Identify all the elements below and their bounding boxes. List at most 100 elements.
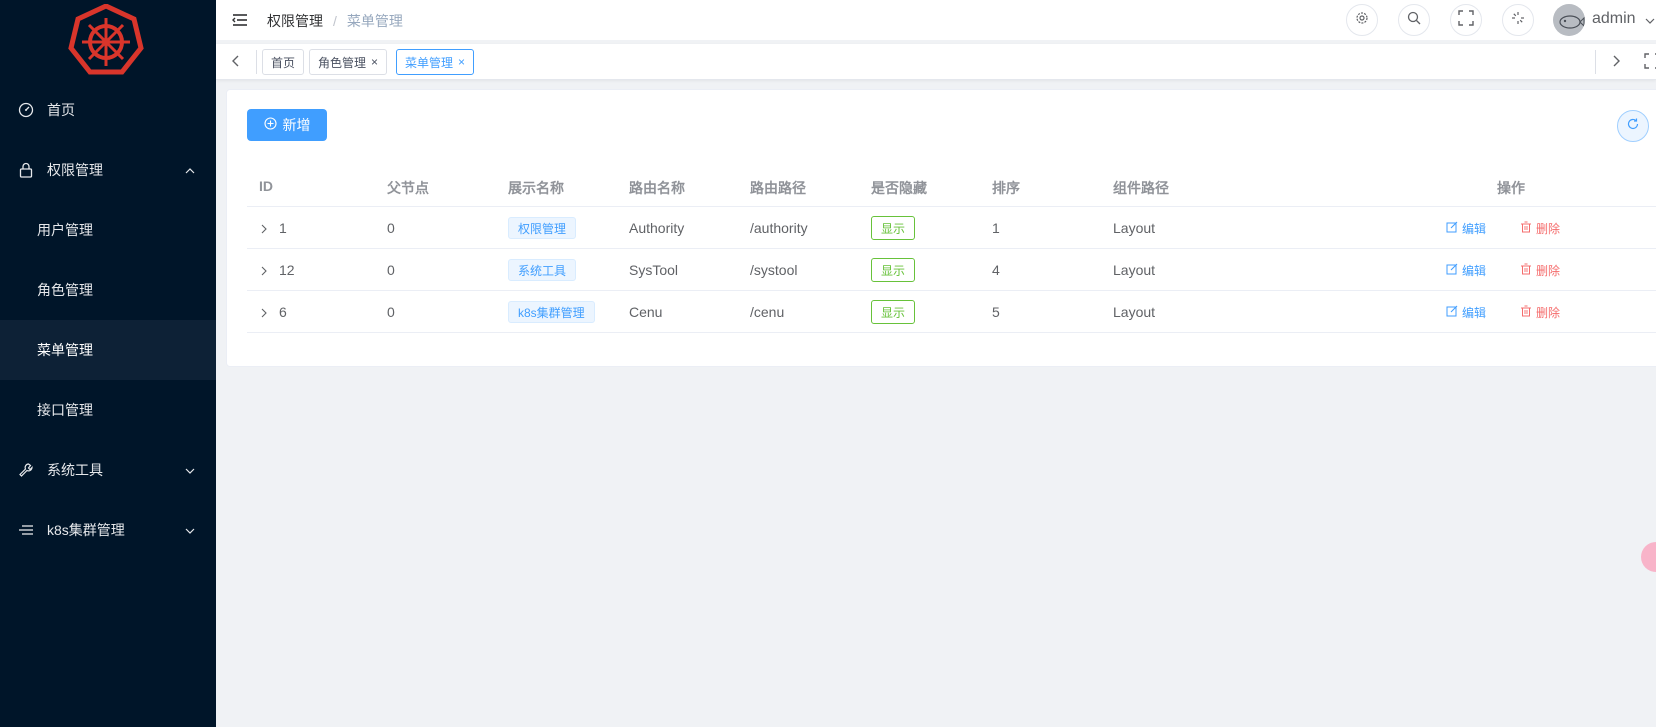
edit-button[interactable]: 编辑: [1446, 220, 1486, 237]
loading-icon: [1511, 11, 1525, 30]
sidebar-item-label: k8s集群管理: [47, 522, 125, 538]
breadcrumb-item[interactable]: 权限管理: [267, 11, 323, 31]
sidebar-item-label: 首页: [47, 102, 75, 118]
sidebar-item-apis[interactable]: 接口管理: [0, 380, 216, 440]
sidebar-item-label: 菜单管理: [37, 342, 93, 358]
search-button[interactable]: [1398, 4, 1430, 36]
edit-icon: [1446, 221, 1458, 236]
column-header-hidden: 是否隐藏: [871, 180, 927, 196]
status-badge: 显示: [871, 216, 916, 240]
chevron-right-icon[interactable]: [259, 263, 269, 276]
loading-button[interactable]: [1502, 4, 1534, 36]
close-icon[interactable]: ×: [371, 55, 378, 69]
delete-button[interactable]: 删除: [1520, 304, 1560, 321]
display-name-tag: k8s集群管理: [508, 301, 595, 323]
sidebar-item-k8s[interactable]: k8s集群管理: [0, 500, 216, 560]
divider: [1595, 50, 1596, 74]
sidebar-item-label: 系统工具: [47, 462, 103, 478]
username[interactable]: admin: [1592, 10, 1636, 28]
chevron-right-icon[interactable]: [1608, 53, 1624, 69]
tab-roles[interactable]: 角色管理 ×: [309, 49, 388, 75]
table-row: 1 0 权限管理 Authority /authority 显示 1 Layou…: [247, 207, 1656, 249]
plus-circle-icon: [263, 117, 277, 133]
sidebar-item-permission[interactable]: 权限管理: [0, 140, 216, 200]
column-header-parent: 父节点: [387, 180, 429, 196]
status-badge: 显示: [871, 300, 916, 324]
wrench-icon: [18, 462, 34, 478]
cell-component: Layout: [1113, 262, 1156, 278]
list-icon: [18, 522, 34, 538]
fullscreen-button[interactable]: [1450, 4, 1482, 36]
tab-label: 首页: [271, 55, 296, 70]
tab-label: 菜单管理: [405, 55, 454, 70]
cell-sort: 4: [992, 262, 1000, 278]
chevron-down-icon: [184, 464, 196, 476]
delete-button[interactable]: 删除: [1520, 220, 1560, 237]
add-button[interactable]: 新增: [247, 109, 327, 141]
lock-icon: [18, 162, 34, 178]
breadcrumb-separator: /: [333, 13, 337, 29]
sidebar-item-label: 用户管理: [37, 222, 93, 238]
dashboard-icon: [18, 102, 34, 118]
chevron-right-icon[interactable]: [259, 305, 269, 318]
fullscreen-icon[interactable]: [1644, 53, 1656, 69]
column-header-display-name: 展示名称: [508, 180, 564, 196]
column-header-route-name: 路由名称: [629, 180, 685, 196]
delete-label: 删除: [1536, 306, 1561, 320]
cell-component: Layout: [1113, 304, 1156, 320]
edit-icon: [1446, 263, 1458, 278]
table-header: ID 父节点 展示名称 路由名称 路由路径 是否隐藏 排序 组件路径 操作: [247, 165, 1656, 207]
chevron-right-icon[interactable]: [259, 221, 269, 234]
tags-view: 首页 角色管理 × 菜单管理 ×: [216, 44, 1656, 80]
cell-parent: 0: [387, 304, 395, 320]
breadcrumb-item-current: 菜单管理: [346, 13, 403, 29]
table-row: 12 0 系统工具 SysTool /systool 显示 4 Layout 编…: [247, 249, 1656, 291]
sidebar-item-users[interactable]: 用户管理: [0, 200, 216, 260]
chevron-down-icon[interactable]: [1644, 14, 1656, 26]
sidebar-item-home[interactable]: 首页: [0, 80, 216, 140]
menu-table-card: 新增 ID 父节点 展示名称 路由名称 路由路径 是否隐藏 排序 组件路径 操作…: [226, 89, 1656, 367]
refresh-button[interactable]: [1617, 110, 1649, 142]
sidebar-item-roles[interactable]: 角色管理: [0, 260, 216, 320]
tab-home[interactable]: 首页: [262, 49, 305, 75]
gear-icon: [1355, 11, 1369, 30]
tab-label: 角色管理: [318, 55, 367, 70]
settings-button[interactable]: [1346, 4, 1378, 36]
avatar[interactable]: [1553, 4, 1585, 36]
edit-label: 编辑: [1462, 264, 1487, 278]
cell-parent: 0: [387, 220, 395, 236]
chevron-up-icon: [184, 164, 196, 176]
chevron-left-icon[interactable]: [228, 53, 244, 69]
floating-helper-button[interactable]: [1641, 542, 1656, 572]
trash-icon: [1520, 263, 1532, 278]
column-header-sort: 排序: [992, 180, 1020, 196]
sidebar-item-systool[interactable]: 系统工具: [0, 440, 216, 500]
divider: [256, 50, 257, 74]
edit-icon: [1446, 305, 1458, 320]
edit-button[interactable]: 编辑: [1446, 304, 1486, 321]
cell-route-name: Authority: [629, 220, 685, 236]
display-name-tag: 权限管理: [508, 217, 577, 239]
breadcrumb: 权限管理 / 菜单管理: [267, 11, 403, 31]
cell-route-path: /authority: [750, 220, 808, 236]
top-header: 权限管理 / 菜单管理 admin: [216, 0, 1656, 40]
display-name-tag: 系统工具: [508, 259, 577, 281]
sidebar-item-menus[interactable]: 菜单管理: [0, 320, 216, 380]
tab-menus[interactable]: 菜单管理 ×: [396, 49, 475, 75]
trash-icon: [1520, 221, 1532, 236]
hamburger-icon[interactable]: [232, 12, 248, 28]
status-badge: 显示: [871, 258, 916, 282]
delete-button[interactable]: 删除: [1520, 262, 1560, 279]
cell-sort: 1: [992, 220, 1000, 236]
table-row: 6 0 k8s集群管理 Cenu /cenu 显示 5 Layout 编辑 删除: [247, 291, 1656, 333]
column-header-component: 组件路径: [1113, 180, 1169, 196]
sidebar: 首页 权限管理 用户管理 角色管理 菜单管理 接口管理 系统工具 k8s集群管理: [0, 0, 216, 727]
sidebar-item-label: 权限管理: [47, 162, 103, 178]
edit-button[interactable]: 编辑: [1446, 262, 1486, 279]
close-icon[interactable]: ×: [458, 55, 465, 69]
add-button-label: 新增: [282, 117, 311, 133]
cell-id: 6: [279, 304, 287, 320]
kubernetes-helm-icon[interactable]: [68, 3, 144, 76]
edit-label: 编辑: [1462, 306, 1487, 320]
cell-route-path: /systool: [750, 262, 798, 278]
